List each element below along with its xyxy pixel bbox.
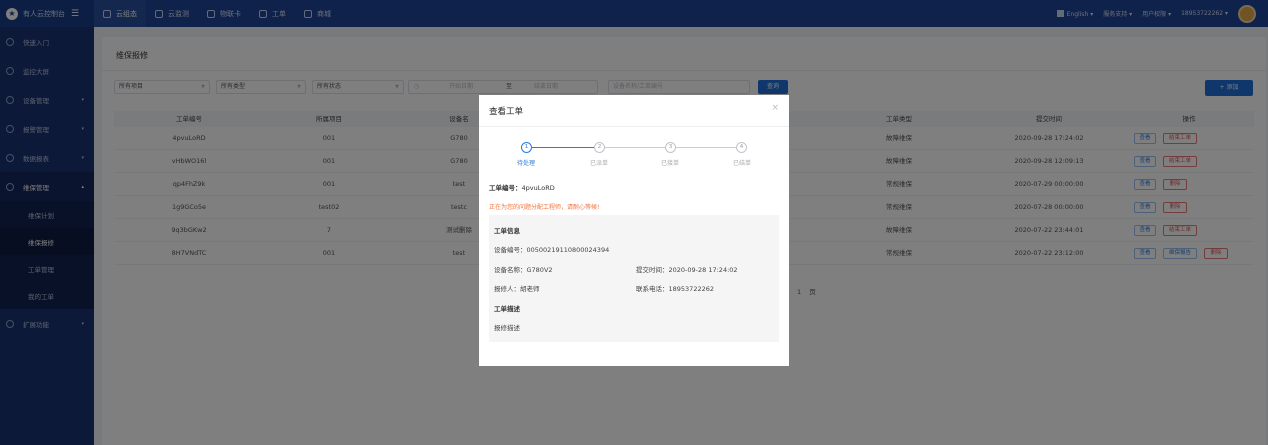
step-3-icon: 3	[665, 142, 676, 153]
divider	[479, 126, 789, 127]
step-2-icon: 2	[594, 142, 605, 153]
info-heading: 工单信息	[494, 227, 520, 235]
close-icon[interactable]: ×	[771, 103, 779, 113]
notice-text: 正在为您的问题分配工程师，请耐心等候!	[489, 204, 600, 211]
step-2-label: 已派单	[589, 160, 608, 167]
contact-phone: 联系电话：18953722262	[636, 285, 714, 293]
submit-time: 提交时间：2020-09-28 17:24:02	[636, 266, 738, 274]
step-connector	[605, 147, 665, 148]
order-info-panel: 工单信息 设备编号：00500219110800024394 设备名称：G780…	[489, 215, 779, 342]
step-4-label: 已结单	[732, 160, 751, 167]
dialog-title: 查看工单	[489, 107, 524, 117]
reporter: 报修人：胡老师	[494, 285, 540, 293]
view-order-dialog: 查看工单 × 1 2 3 4 待处理 已派单 已接单 已结单 工单编号：4pvu…	[479, 95, 789, 366]
description-heading: 工单描述	[494, 305, 520, 313]
step-4-icon: 4	[736, 142, 747, 153]
step-3-label: 已接单	[660, 160, 679, 167]
device-name: 设备名称：G780V2	[494, 266, 553, 274]
description-text: 报修描述	[494, 324, 520, 332]
step-1-label: 待处理	[516, 160, 535, 167]
order-number: 工单编号：4pvuLoRD	[489, 184, 555, 192]
device-number: 设备编号：00500219110800024394	[494, 246, 610, 254]
step-1-icon: 1	[521, 142, 532, 153]
step-connector	[676, 147, 736, 148]
step-connector	[532, 147, 594, 148]
